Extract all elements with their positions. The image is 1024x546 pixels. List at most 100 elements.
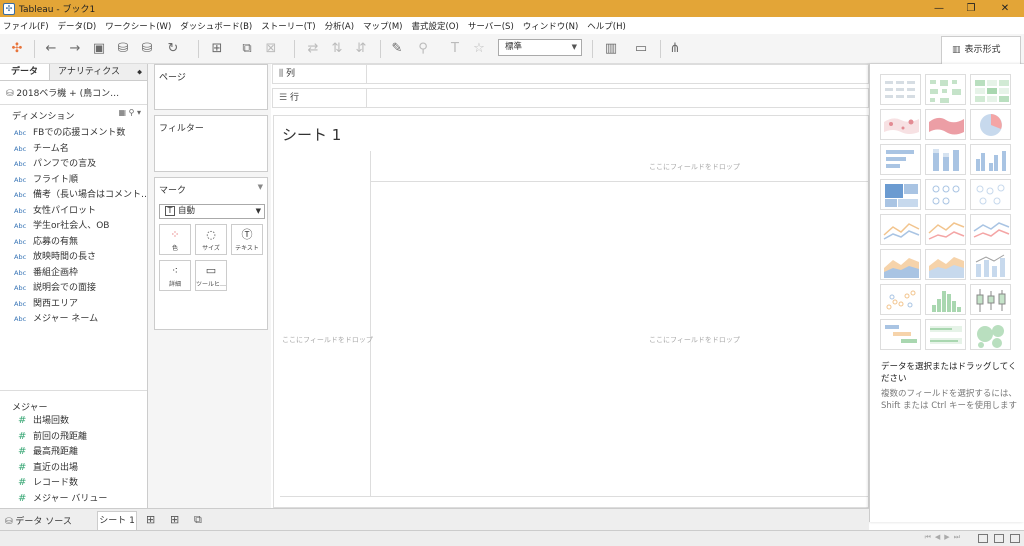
filters-card[interactable]: フィルター — [154, 115, 268, 172]
view-drop-zone[interactable]: ここにフィールドをドロップ — [649, 335, 740, 345]
highlight-icon[interactable]: ✎ — [388, 40, 406, 58]
save-icon[interactable]: ▣ — [90, 40, 108, 58]
menu-analysis[interactable]: 分析(A) — [325, 20, 354, 32]
dual-combination-thumb[interactable] — [970, 249, 1011, 280]
side-by-side-bar-thumb[interactable] — [970, 144, 1011, 175]
detail-button[interactable]: ⁖ 詳細 — [159, 260, 191, 291]
tab-data[interactable]: データ — [0, 64, 50, 80]
new-datasource-icon[interactable]: ⛁ — [114, 40, 132, 58]
rows-drop-zone[interactable]: ここにフィールドをドロップ — [282, 335, 373, 345]
undo-icon[interactable]: ← — [42, 40, 60, 58]
bullet-graph-thumb[interactable] — [925, 319, 966, 350]
swap-rows-columns-icon[interactable]: ⇄ — [304, 40, 322, 58]
box-whisker-thumb[interactable] — [970, 284, 1011, 315]
measure-field[interactable]: # 出場回数 — [0, 413, 147, 429]
gantt-chart-thumb[interactable] — [880, 319, 921, 350]
pages-card[interactable]: ページ — [154, 64, 268, 110]
pie-chart-thumb[interactable] — [970, 109, 1011, 140]
menu-story[interactable]: ストーリー(T) — [261, 20, 315, 32]
sheet-sorter-icon[interactable] — [978, 534, 988, 543]
sort-ascending-icon[interactable]: ⇅ — [328, 40, 346, 58]
mark-type-select[interactable]: T 自動 ▼ — [159, 204, 265, 219]
clear-sheet-icon[interactable]: ⊠ — [262, 40, 280, 58]
sheet-navigation-icons[interactable]: ⏮◀▶⏭ — [925, 533, 964, 542]
dimension-field[interactable]: Abc 女性パイロット — [0, 204, 147, 220]
scatter-plot-thumb[interactable] — [880, 284, 921, 315]
menu-map[interactable]: マップ(M) — [363, 20, 402, 32]
rows-shelf[interactable]: ☰ 行 — [272, 88, 869, 108]
stacked-bar-thumb[interactable] — [925, 144, 966, 175]
tableau-start-icon[interactable]: ✣ — [8, 40, 26, 58]
dimension-field[interactable]: Abc パンフでの言及 — [0, 157, 147, 173]
duplicate-sheet-icon[interactable]: ⧉ — [238, 40, 256, 58]
dual-line-thumb[interactable] — [970, 214, 1011, 245]
heat-map-thumb[interactable] — [925, 74, 966, 105]
tabs-view-icon[interactable] — [1010, 534, 1020, 543]
dimension-field[interactable]: Abc チーム名 — [0, 142, 147, 158]
dimension-field[interactable]: Abc 放映時間の長さ — [0, 250, 147, 266]
columns-shelf[interactable]: ⫼ 列 — [272, 64, 869, 84]
show-me-button[interactable]: ▥ 表示形式 — [941, 36, 1021, 64]
dimension-field[interactable]: Abc 備考（長い場合はコメント… — [0, 188, 147, 204]
side-by-side-circle-thumb[interactable] — [970, 179, 1011, 210]
measure-field[interactable]: # メジャー バリュー — [0, 491, 147, 507]
menu-format[interactable]: 書式設定(O) — [411, 20, 458, 32]
menu-server[interactable]: サーバー(S) — [468, 20, 514, 32]
text-table-thumb[interactable] — [880, 74, 921, 105]
dimension-field[interactable]: Abc 番組企画枠 — [0, 266, 147, 282]
columns-drop-zone[interactable]: ここにフィールドをドロップ — [649, 162, 740, 172]
highlight-table-thumb[interactable] — [970, 74, 1011, 105]
filmstrip-icon[interactable] — [994, 534, 1004, 543]
treemap-thumb[interactable] — [880, 179, 921, 210]
histogram-thumb[interactable] — [925, 284, 966, 315]
pause-updates-icon[interactable]: ⛁ — [138, 40, 156, 58]
horizontal-bar-thumb[interactable] — [880, 144, 921, 175]
minimize-button[interactable]: — — [922, 0, 956, 17]
new-dashboard-icon[interactable]: ⊞ — [170, 513, 179, 526]
fit-select[interactable]: 標準 ▼ — [498, 39, 582, 56]
menu-help[interactable]: ヘルプ(H) — [587, 20, 626, 32]
show-cards-icon[interactable]: ▥ — [602, 40, 620, 58]
line-discrete-thumb[interactable] — [925, 214, 966, 245]
dimension-field[interactable]: Abc 関西エリア — [0, 297, 147, 313]
new-story-icon[interactable]: ⧉ — [194, 513, 202, 527]
share-icon[interactable]: ⋔ — [666, 40, 684, 58]
new-worksheet-icon[interactable]: ⊞ — [146, 513, 155, 526]
menu-dashboard[interactable]: ダッシュボード(B) — [180, 20, 252, 32]
card-menu-icon[interactable]: ▼ — [258, 183, 263, 191]
menu-data[interactable]: データ(D) — [58, 20, 97, 32]
dimension-field[interactable]: Abc メジャー ネーム — [0, 312, 147, 328]
new-worksheet-icon[interactable]: ⊞ — [208, 40, 226, 58]
measure-field[interactable]: # レコード数 — [0, 475, 147, 491]
group-members-icon[interactable]: ⚲ — [414, 40, 432, 58]
maximize-button[interactable]: ❐ — [954, 0, 988, 17]
label-button[interactable]: Ⓣ テキスト — [231, 224, 263, 255]
area-continuous-thumb[interactable] — [880, 249, 921, 280]
measure-field[interactable]: # 前回の飛距離 — [0, 429, 147, 445]
sheet-tab[interactable]: シート 1 — [97, 511, 137, 531]
datasource-tab[interactable]: ⛁ データ ソース — [5, 514, 72, 527]
circle-view-thumb[interactable] — [925, 179, 966, 210]
color-button[interactable]: ⁘ 色 — [159, 224, 191, 255]
area-discrete-thumb[interactable] — [925, 249, 966, 280]
dimension-field[interactable]: Abc フライト順 — [0, 173, 147, 189]
packed-bubbles-thumb[interactable] — [970, 319, 1011, 350]
menu-window[interactable]: ウィンドウ(N) — [523, 20, 579, 32]
menu-file[interactable]: ファイル(F) — [3, 20, 49, 32]
dimension-field[interactable]: Abc 応募の有無 — [0, 235, 147, 251]
filled-map-thumb[interactable] — [925, 109, 966, 140]
close-button[interactable]: ✕ — [988, 0, 1022, 17]
dimension-field[interactable]: Abc FBでの応援コメント数 — [0, 126, 147, 142]
measure-field[interactable]: # 直近の出場 — [0, 460, 147, 476]
sort-descending-icon[interactable]: ⇵ — [352, 40, 370, 58]
redo-icon[interactable]: → — [66, 40, 84, 58]
line-continuous-thumb[interactable] — [880, 214, 921, 245]
dimension-field[interactable]: Abc 学生or社会人、OB — [0, 219, 147, 235]
presentation-mode-icon[interactable]: ▭ — [632, 40, 650, 58]
menu-worksheet[interactable]: ワークシート(W) — [105, 20, 171, 32]
dimension-tools-icon[interactable]: ▦ ⚲ ▾ — [118, 108, 141, 117]
size-button[interactable]: ◌ サイズ — [195, 224, 227, 255]
show-mark-labels-icon[interactable]: T — [446, 40, 464, 58]
datasource-item[interactable]: ⛁ 2018ベラ機 + (鳥コン… — [0, 81, 147, 105]
symbol-map-thumb[interactable] — [880, 109, 921, 140]
